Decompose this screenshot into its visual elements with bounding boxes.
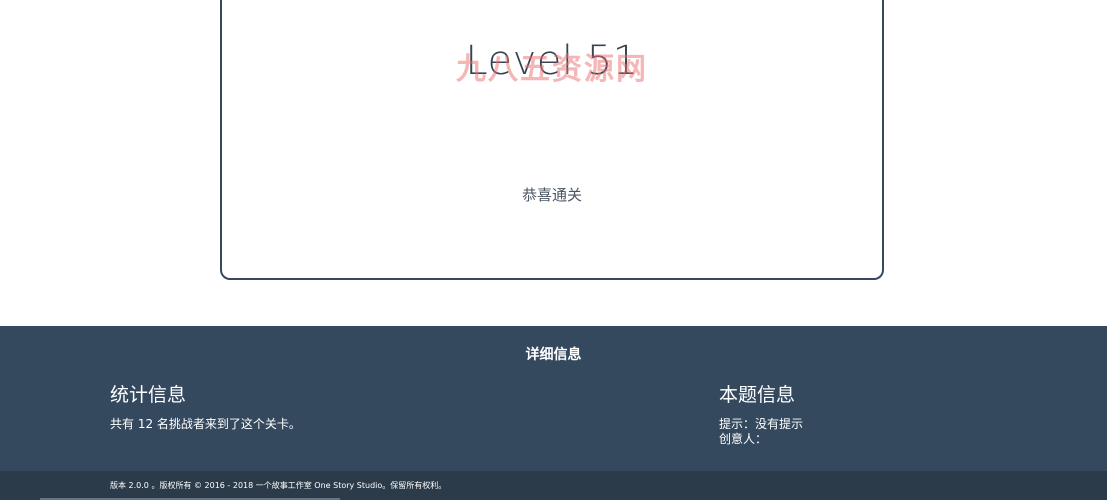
puzzle-info-title: 本题信息	[719, 384, 796, 406]
stats-text: 共有 12 名挑战者来到了这个关卡。	[110, 417, 301, 431]
creator-text: 创意人：	[719, 432, 768, 446]
stats-section: 统计信息 共有 12 名挑战者来到了这个关卡。	[110, 380, 301, 432]
copyright-bar: 版本 2.0.0 。版权所有 © 2016 - 2018 一个故事工作室 One…	[0, 471, 1107, 500]
level-card: Level 51 九八五资源网 恭喜通关	[220, 0, 884, 280]
details-footer: 详细信息 统计信息 共有 12 名挑战者来到了这个关卡。 本题信息 提示：没有提…	[0, 326, 1107, 471]
stats-title: 统计信息	[110, 384, 187, 406]
congrats-text: 恭喜通关	[521, 186, 582, 204]
hint-text: 提示：没有提示	[719, 417, 804, 431]
details-heading: 详细信息	[525, 347, 582, 363]
page: Level 51 九八五资源网 恭喜通关 详细信息 统计信息 共有 12 名挑战…	[0, 0, 1107, 500]
copyright-text: 版本 2.0.0 。版权所有 © 2016 - 2018 一个故事工作室 One…	[110, 481, 447, 490]
puzzle-info-section: 本题信息 提示：没有提示 创意人：	[719, 380, 803, 447]
level-title: Level 51	[465, 38, 639, 84]
